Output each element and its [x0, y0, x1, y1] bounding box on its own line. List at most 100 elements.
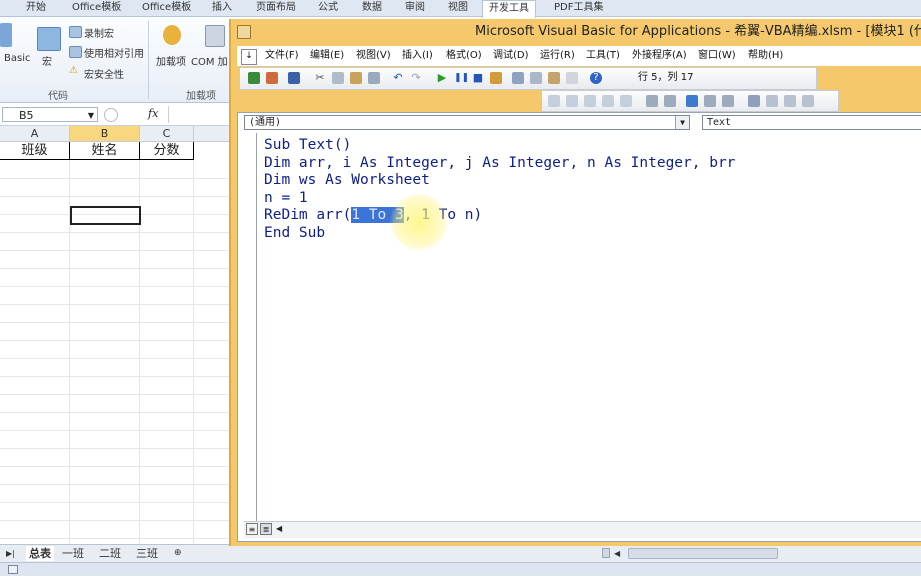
sheet-tab-class1[interactable]: 一班: [62, 546, 84, 561]
paste-icon[interactable]: [350, 72, 362, 84]
scroll-left-icon[interactable]: ◀: [276, 524, 282, 533]
uncomment-block-icon[interactable]: [722, 95, 734, 107]
previous-bookmark-icon[interactable]: [784, 95, 796, 107]
macros-icon[interactable]: [37, 27, 61, 51]
name-box[interactable]: B5 ▼: [2, 107, 98, 122]
tab-insert[interactable]: 插入: [212, 0, 232, 17]
sheet-tab-summary[interactable]: 总表: [26, 546, 54, 561]
properties-icon[interactable]: [530, 72, 542, 84]
next-bookmark-icon[interactable]: [766, 95, 778, 107]
function-icon[interactable]: fx: [148, 107, 158, 120]
code-line-5[interactable]: ReDim arr(1 To 3, 1 To n): [264, 207, 914, 225]
com-addins-icon[interactable]: [205, 25, 225, 47]
code-line-1[interactable]: Sub Text(): [264, 137, 914, 155]
code-horizontal-scrollbar[interactable]: ≡ ≣ ◀: [244, 521, 921, 538]
insert-module-icon[interactable]: [266, 72, 278, 84]
formula-input[interactable]: [168, 106, 230, 123]
tab-developer[interactable]: 开发工具: [482, 0, 536, 18]
code-line-4[interactable]: n = 1: [264, 190, 914, 208]
addins-button[interactable]: 加载项: [156, 53, 186, 68]
horizontal-scrollbar-thumb[interactable]: [628, 548, 778, 559]
quick-info-icon[interactable]: [584, 95, 596, 107]
menu-insert[interactable]: 插入(I): [402, 48, 433, 64]
sheet-tab-class2[interactable]: 二班: [99, 546, 121, 561]
find-icon[interactable]: [368, 72, 380, 84]
indent-icon[interactable]: [646, 95, 658, 107]
menu-run[interactable]: 运行(R): [540, 48, 575, 64]
tab-review[interactable]: 审阅: [405, 0, 425, 17]
menu-addins[interactable]: 外接程序(A): [632, 48, 687, 64]
save-icon[interactable]: [288, 72, 300, 84]
object-browser-icon[interactable]: [548, 72, 560, 84]
cell-score-header[interactable]: 分数: [140, 142, 194, 160]
visual-basic-icon[interactable]: [0, 23, 12, 47]
record-macro-button[interactable]: 录制宏: [84, 25, 114, 40]
scrollbar-split-handle[interactable]: [602, 548, 610, 558]
tab-office-template-2[interactable]: Office模板: [142, 0, 191, 17]
toggle-bookmark-icon[interactable]: [748, 95, 760, 107]
cell-class-header[interactable]: 班级: [0, 142, 70, 160]
chevron-down-icon[interactable]: ▼: [88, 108, 94, 123]
tab-formulas[interactable]: 公式: [318, 0, 338, 17]
comment-block-icon[interactable]: [704, 95, 716, 107]
menu-debug[interactable]: 调试(D): [493, 48, 529, 64]
reset-icon[interactable]: ■: [472, 72, 484, 84]
object-combo[interactable]: (通用) ▼: [244, 115, 690, 130]
code-line-3[interactable]: Dim ws As Worksheet: [264, 172, 914, 190]
copy-icon[interactable]: [332, 72, 344, 84]
help-icon[interactable]: ?: [590, 72, 602, 84]
project-explorer-icon[interactable]: [512, 72, 524, 84]
macro-record-status-icon[interactable]: [8, 565, 18, 574]
tab-home[interactable]: 开始: [26, 0, 46, 17]
menu-tools[interactable]: 工具(T): [586, 48, 620, 64]
procedure-combo[interactable]: Text: [702, 115, 921, 130]
new-sheet-icon[interactable]: ⊕: [174, 546, 182, 561]
gear-icon[interactable]: [163, 25, 181, 45]
macro-security-button[interactable]: 宏安全性: [84, 66, 124, 81]
scroll-tabs-icon[interactable]: ▶|: [6, 546, 15, 561]
column-header-c[interactable]: C: [140, 126, 194, 142]
list-properties-icon[interactable]: [548, 95, 560, 107]
tab-page-layout[interactable]: 页面布局: [256, 0, 296, 17]
menu-window[interactable]: 窗口(W): [698, 48, 736, 64]
cell-name-header[interactable]: 姓名: [70, 142, 140, 160]
column-header-a[interactable]: A: [0, 126, 70, 142]
menu-view[interactable]: 视图(V): [356, 48, 391, 64]
cut-icon[interactable]: ✂: [314, 72, 326, 84]
procedure-view-icon[interactable]: ≡: [246, 523, 258, 535]
com-addins-button[interactable]: COM 加: [191, 53, 228, 68]
toggle-breakpoint-icon[interactable]: [686, 95, 698, 107]
tab-office-template-1[interactable]: Office模板: [72, 0, 121, 17]
code-window[interactable]: (通用) ▼ Text Sub Text() Dim arr, i As Inte…: [237, 112, 921, 542]
full-module-view-icon[interactable]: ≣: [260, 523, 272, 535]
list-constants-icon[interactable]: [566, 95, 578, 107]
code-line-2[interactable]: Dim arr, i As Integer, j As Integer, n A…: [264, 155, 914, 173]
undo-icon[interactable]: ↶: [392, 72, 404, 84]
vba-title-bar[interactable]: Microsoft Visual Basic for Applications …: [231, 19, 921, 45]
run-icon[interactable]: ▶: [436, 72, 448, 84]
code-margin[interactable]: [244, 133, 257, 521]
code-line-7[interactable]: End Sub: [264, 225, 914, 243]
code-editor[interactable]: Sub Text() Dim arr, i As Integer, j As In…: [264, 137, 914, 517]
vba-editor-window[interactable]: Microsoft Visual Basic for Applications …: [229, 19, 921, 546]
complete-word-icon[interactable]: [620, 95, 632, 107]
selected-text[interactable]: 1 To 3: [351, 207, 404, 223]
excel-icon[interactable]: [248, 72, 260, 84]
cancel-icon[interactable]: [104, 108, 118, 122]
tab-pdf-tools[interactable]: PDF工具集: [554, 0, 603, 17]
column-header-d[interactable]: [194, 126, 230, 142]
sheet-tab-class3[interactable]: 三班: [136, 546, 158, 561]
outdent-icon[interactable]: [664, 95, 676, 107]
break-icon[interactable]: ❚❚: [454, 72, 469, 84]
design-mode-icon[interactable]: [490, 72, 502, 84]
spreadsheet-grid[interactable]: A B C 班级 姓名 分数: [0, 126, 230, 544]
module-icon[interactable]: ↓: [241, 49, 257, 65]
chevron-down-icon[interactable]: ▼: [675, 116, 689, 129]
relative-reference-button[interactable]: 使用相对引用: [84, 45, 144, 60]
menu-edit[interactable]: 编辑(E): [310, 48, 344, 64]
active-cell-b5[interactable]: [70, 206, 141, 225]
parameter-info-icon[interactable]: [602, 95, 614, 107]
tab-view[interactable]: 视图: [448, 0, 468, 17]
clear-bookmarks-icon[interactable]: [802, 95, 814, 107]
menu-format[interactable]: 格式(O): [446, 48, 482, 64]
